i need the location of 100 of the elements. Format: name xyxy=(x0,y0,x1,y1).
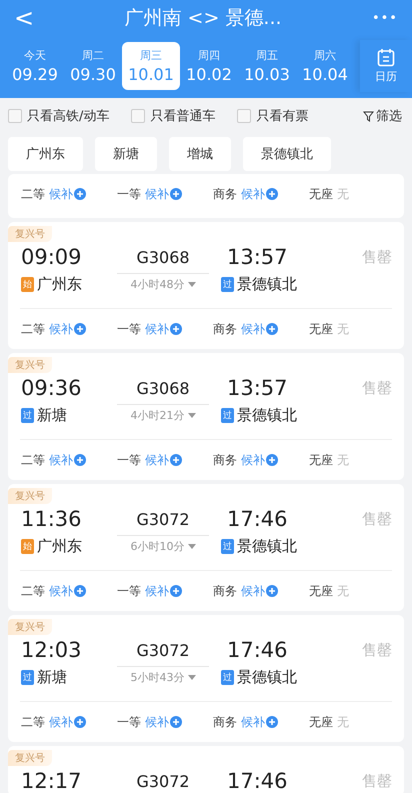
waitlist-link[interactable]: 候补 xyxy=(241,320,278,338)
duration-toggle[interactable]: 4小时48分 xyxy=(117,272,209,296)
arrival-time: 13:57 xyxy=(226,376,289,400)
train-type-tag: 复兴号 xyxy=(8,750,52,766)
station-name: 广州东 xyxy=(37,274,82,294)
date-tab[interactable]: 周四 10.02 xyxy=(180,42,238,90)
duration-toggle[interactable]: 5小时43分 xyxy=(117,666,209,688)
train-card[interactable]: 复兴号 09:09 G3068 13:57 售罄 始 广州东 4小时48分 过 景德镇北 二等 候补 一等 候补 商务 候补 无座 无 xyxy=(8,222,404,349)
plus-icon xyxy=(266,716,278,728)
plus-icon xyxy=(170,454,182,466)
station-badge: 始 xyxy=(21,276,34,292)
waitlist-link[interactable]: 候补 xyxy=(241,714,278,730)
train-number: G3072 xyxy=(135,640,191,660)
plus-icon xyxy=(74,323,86,335)
waitlist-link[interactable]: 候补 xyxy=(241,452,278,468)
waitlist-link[interactable]: 候补 xyxy=(49,452,86,468)
seat-class: 无座 xyxy=(309,714,333,730)
train-card[interactable]: 复兴号 09:36 G3068 13:57 售罄 过 新塘 4小时21分 过 景德镇北 二等 候补 一等 候补 商务 候补 无座 无 xyxy=(8,353,404,480)
seat-status: 无 xyxy=(337,582,349,600)
date-tab[interactable]: 周五 10.03 xyxy=(238,42,296,90)
date-tab[interactable]: 今天 09.29 xyxy=(6,42,64,90)
date-tab[interactable]: 周六 10.04 xyxy=(296,42,354,90)
checkbox[interactable] xyxy=(8,109,22,123)
caret-icon xyxy=(188,675,196,680)
seat-status: 无 xyxy=(337,714,349,730)
train-number: G3072 xyxy=(135,772,191,790)
station-name: 景德镇北 xyxy=(237,274,297,294)
plus-icon xyxy=(74,716,86,728)
train-card[interactable]: 复兴号 12:17 G3072 17:46 售罄 xyxy=(8,746,404,793)
arrival-time: 17:46 xyxy=(226,769,289,793)
filter-label: 只看高铁/动车 xyxy=(27,108,110,125)
seat-class: 一等 xyxy=(117,186,141,202)
waitlist-link[interactable]: 候补 xyxy=(145,714,182,730)
waitlist-link[interactable]: 候补 xyxy=(145,320,182,338)
arrival-time: 13:57 xyxy=(226,245,289,269)
station-badge: 过 xyxy=(221,276,234,292)
waitlist-link[interactable]: 候补 xyxy=(241,582,278,600)
waitlist-link[interactable]: 候补 xyxy=(145,582,182,600)
seat-class: 一等 xyxy=(117,320,141,338)
station-chip[interactable]: 广州东 xyxy=(8,137,83,171)
checkbox[interactable] xyxy=(131,109,146,123)
seat-class: 二等 xyxy=(21,582,45,600)
train-type-tag: 复兴号 xyxy=(8,226,52,242)
station-chip[interactable]: 景德镇北 xyxy=(243,137,331,171)
date-tab[interactable]: 周二 09.30 xyxy=(64,42,122,90)
seat-class: 一等 xyxy=(117,582,141,600)
train-card[interactable]: 二等 候补 一等 候补 商务 候补 无座 无 xyxy=(8,174,404,218)
filter-label: 只看有票 xyxy=(256,108,308,125)
waitlist-link[interactable]: 候补 xyxy=(49,582,86,600)
departure-time: 09:09 xyxy=(21,245,83,269)
station-badge: 过 xyxy=(21,408,34,422)
seat-class: 商务 xyxy=(213,452,237,468)
train-number: G3068 xyxy=(135,248,191,266)
duration-toggle[interactable]: 4小时21分 xyxy=(117,404,209,426)
train-type-tag: 复兴号 xyxy=(8,488,52,504)
plus-icon xyxy=(266,323,278,335)
station-name: 新塘 xyxy=(37,406,67,424)
station-name: 景德镇北 xyxy=(237,536,297,556)
waitlist-link[interactable]: 候补 xyxy=(145,186,182,202)
departure-time: 12:17 xyxy=(21,769,83,793)
station-badge: 过 xyxy=(21,670,34,684)
seat-class: 无座 xyxy=(309,452,333,468)
plus-icon xyxy=(266,188,278,200)
waitlist-link[interactable]: 候补 xyxy=(49,320,86,338)
seat-status: 无 xyxy=(337,452,349,468)
back-button[interactable]: < xyxy=(14,6,34,30)
seat-class: 二等 xyxy=(21,452,45,468)
station-chip[interactable]: 新塘 xyxy=(95,137,157,171)
filter-icon xyxy=(363,110,374,122)
seat-status: 无 xyxy=(337,320,349,338)
waitlist-link[interactable]: 候补 xyxy=(145,452,182,468)
waitlist-link[interactable]: 候补 xyxy=(49,186,86,202)
train-card[interactable]: 复兴号 12:03 G3072 17:46 售罄 过 新塘 5小时43分 过 景德镇北 二等 候补 一等 候补 商务 候补 无座 无 xyxy=(8,615,404,742)
seat-class: 一等 xyxy=(117,714,141,730)
departure-time: 12:03 xyxy=(21,638,83,662)
station-name: 景德镇北 xyxy=(237,668,297,686)
plus-icon xyxy=(170,188,182,200)
station-chip[interactable]: 增城 xyxy=(169,137,231,171)
station-name: 新塘 xyxy=(37,668,67,686)
page-title: 广州南 <> 景德... xyxy=(124,6,282,31)
checkbox[interactable] xyxy=(237,109,252,123)
train-card[interactable]: 复兴号 11:36 G3072 17:46 售罄 始 广州东 6小时10分 过 景德镇北 二等 候补 一等 候补 商务 候补 无座 无 xyxy=(8,484,404,611)
plus-icon xyxy=(74,188,86,200)
date-tab[interactable]: 周三 10.01 xyxy=(122,42,180,90)
plus-icon xyxy=(170,323,182,335)
seat-class: 无座 xyxy=(309,320,333,338)
train-type-tag: 复兴号 xyxy=(8,619,52,635)
plus-icon xyxy=(74,454,86,466)
train-number: G3072 xyxy=(135,510,191,528)
plus-icon xyxy=(266,585,278,597)
filter-button[interactable]: 筛选 xyxy=(363,107,402,125)
waitlist-link[interactable]: 候补 xyxy=(241,186,278,202)
duration-toggle[interactable]: 6小时10分 xyxy=(117,534,209,558)
more-button[interactable]: ••• xyxy=(372,10,398,26)
caret-icon xyxy=(188,413,196,418)
waitlist-link[interactable]: 候补 xyxy=(49,714,86,730)
departure-time: 11:36 xyxy=(21,507,83,531)
availability-status: 售罄 xyxy=(362,378,392,398)
calendar-button[interactable]: 日历 xyxy=(360,40,412,92)
seat-class: 商务 xyxy=(213,320,237,338)
